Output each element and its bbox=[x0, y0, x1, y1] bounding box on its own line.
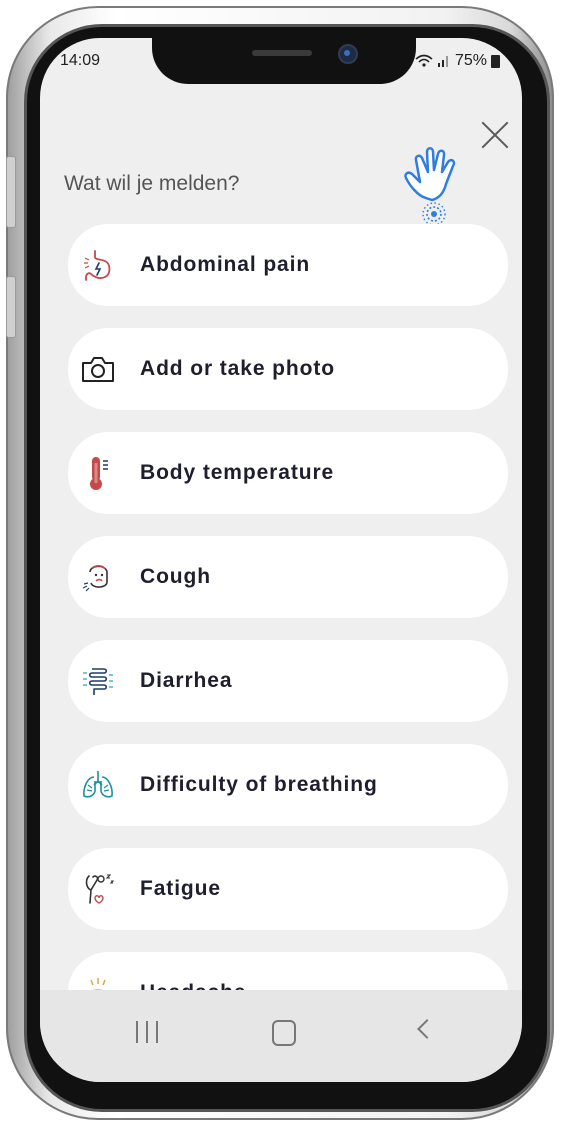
status-icons: 75% bbox=[415, 52, 500, 70]
status-time: 14:09 bbox=[60, 52, 101, 69]
page-title: Wat wil je melden? bbox=[64, 172, 240, 195]
stomach-icon bbox=[80, 247, 116, 283]
signal-icon bbox=[437, 56, 448, 67]
list-item-label: Abdominal pain bbox=[140, 253, 311, 276]
battery-icon bbox=[491, 54, 500, 68]
list-item-label: Body temperature bbox=[140, 461, 335, 484]
cough-face-icon bbox=[80, 559, 116, 595]
list-item-label: Difficulty of breathing bbox=[140, 773, 378, 796]
camera-icon bbox=[80, 351, 116, 387]
list-item-diarrhea[interactable]: Diarrhea bbox=[68, 640, 508, 722]
recent-apps-button[interactable] bbox=[136, 1021, 158, 1043]
list-item-label: Add or take photo bbox=[140, 357, 335, 380]
list-item-add-photo[interactable]: Add or take photo bbox=[68, 328, 508, 410]
lungs-icon bbox=[80, 767, 116, 803]
system-nav-bar bbox=[40, 990, 522, 1082]
wifi-icon bbox=[415, 54, 433, 67]
front-camera bbox=[338, 44, 358, 64]
intestine-icon bbox=[80, 663, 116, 699]
speaker bbox=[252, 50, 312, 56]
fatigue-icon bbox=[80, 871, 116, 907]
list-item-label: Diarrhea bbox=[140, 669, 233, 692]
list-item-abdominal-pain[interactable]: Abdominal pain bbox=[68, 224, 508, 306]
side-button bbox=[6, 276, 16, 338]
close-icon[interactable] bbox=[480, 120, 510, 150]
list-item-label: Cough bbox=[140, 565, 211, 588]
list-item-cough[interactable]: Cough bbox=[68, 536, 508, 618]
list-item-fatigue[interactable]: Fatigue bbox=[68, 848, 508, 930]
list-item-label: Fatigue bbox=[140, 877, 221, 900]
complaint-list: Abdominal pain Add or take photo Body te… bbox=[68, 224, 510, 992]
home-button[interactable] bbox=[272, 1020, 296, 1046]
hand-pointer-icon bbox=[404, 147, 456, 226]
side-button bbox=[6, 156, 16, 228]
battery-percent: 75% bbox=[454, 52, 487, 69]
screen: 14:09 75% Wat wil je melden? Abdominal p… bbox=[40, 38, 522, 1082]
back-button[interactable] bbox=[417, 1019, 437, 1039]
list-item-difficulty-breathing[interactable]: Difficulty of breathing bbox=[68, 744, 508, 826]
notch bbox=[152, 34, 416, 84]
list-item-headache[interactable]: Headache bbox=[68, 952, 508, 992]
list-item-body-temperature[interactable]: Body temperature bbox=[68, 432, 508, 514]
thermometer-icon bbox=[80, 455, 116, 491]
